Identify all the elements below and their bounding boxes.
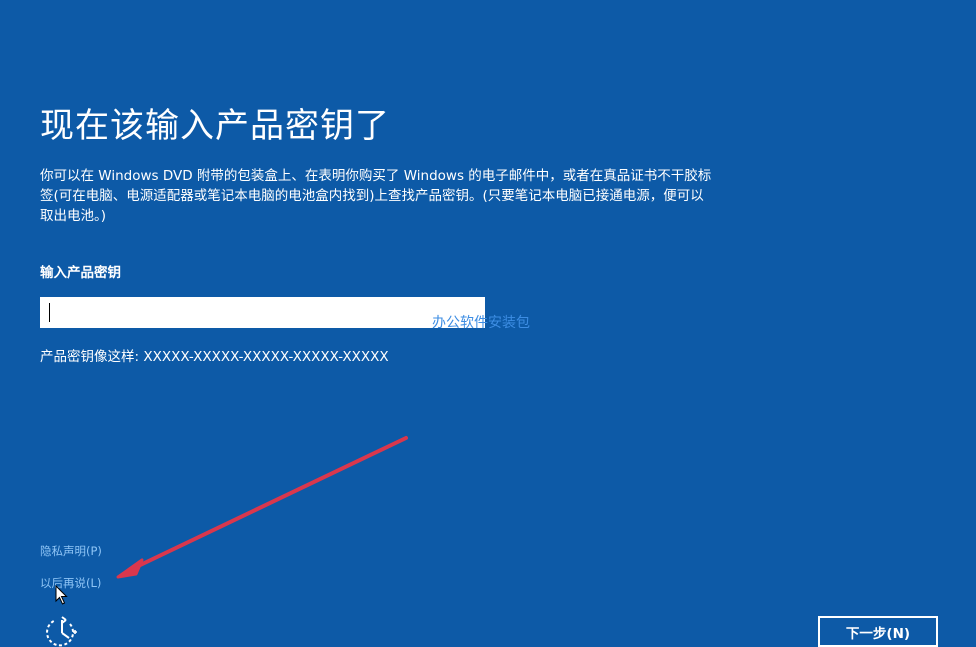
instructions-text: 你可以在 Windows DVD 附带的包装盒上、在表明你购买了 Windows… [40, 168, 712, 224]
page-title: 现在该输入产品密钥了 [40, 106, 390, 146]
next-button[interactable]: 下一步(N) [818, 616, 938, 647]
product-key-format-hint: 产品密钥像这样: XXXXX-XXXXX-XXXXX-XXXXX-XXXXX [40, 349, 389, 365]
privacy-statement-link[interactable]: 隐私声明(P) [40, 543, 102, 559]
product-key-input[interactable] [40, 297, 485, 328]
do-this-later-link[interactable]: 以后再说(L) [40, 575, 101, 591]
text-caret [49, 303, 50, 322]
ease-of-access-icon[interactable] [44, 614, 80, 647]
product-key-label: 输入产品密钥 [40, 265, 121, 281]
watermark-text: 办公软件安装包 [432, 315, 530, 331]
